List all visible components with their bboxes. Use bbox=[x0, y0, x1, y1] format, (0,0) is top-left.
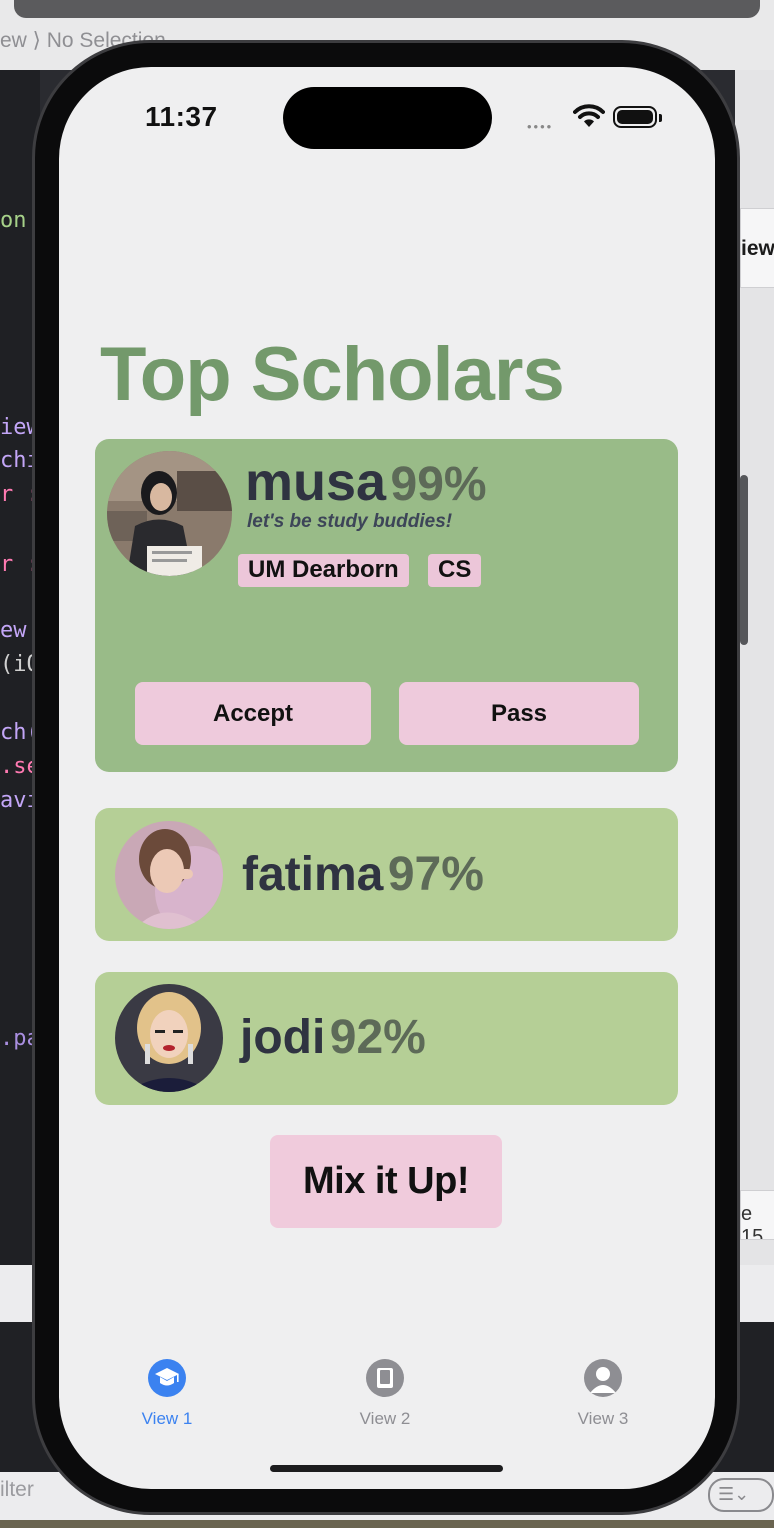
battery-icon bbox=[613, 106, 657, 128]
page-title: Top Scholars bbox=[100, 332, 565, 417]
code-fragment: ew bbox=[0, 618, 27, 643]
scholar-name: fatima bbox=[242, 848, 384, 901]
tab-view-2[interactable]: View 2 bbox=[325, 1359, 445, 1429]
xcode-scrollbar[interactable] bbox=[740, 475, 748, 645]
code-fragment: on bbox=[0, 208, 27, 233]
avatar[interactable] bbox=[107, 451, 232, 576]
tab-label: View 3 bbox=[577, 1409, 629, 1428]
xcode-canvas-label: iew bbox=[740, 208, 774, 288]
match-percent: 92% bbox=[329, 1011, 426, 1064]
mix-it-up-button[interactable]: Mix it Up! bbox=[270, 1135, 502, 1228]
xcode-tab-strip bbox=[14, 0, 760, 18]
xcode-line-indicator: e 15 bbox=[740, 1190, 774, 1240]
status-time: 11:37 bbox=[145, 101, 218, 132]
avatar bbox=[115, 984, 223, 1092]
wifi-icon bbox=[573, 103, 605, 134]
major-tag: CS bbox=[428, 554, 482, 587]
scholar-name-line: fatima 97% bbox=[242, 847, 484, 902]
xcode-status-bar bbox=[0, 1520, 774, 1528]
home-indicator[interactable] bbox=[270, 1465, 503, 1472]
tab-label: View 1 bbox=[141, 1409, 193, 1428]
graduation-cap-icon bbox=[148, 1359, 186, 1397]
status-icons: •••• bbox=[527, 103, 667, 134]
scholar-name: jodi bbox=[240, 1011, 326, 1064]
line-indicator-text: e 15 bbox=[741, 1203, 764, 1240]
match-percent: 97% bbox=[387, 848, 484, 901]
match-percent: 99% bbox=[390, 458, 487, 511]
person-icon bbox=[584, 1359, 622, 1397]
dynamic-island bbox=[283, 87, 492, 149]
scholar-name-line: jodi 92% bbox=[240, 1010, 426, 1065]
battery-nub bbox=[659, 114, 662, 122]
featured-scholar-card: musa 99% let's be study buddies! UM Dear… bbox=[95, 439, 678, 772]
tab-view-3[interactable]: View 3 bbox=[543, 1359, 663, 1429]
scholar-name: musa bbox=[245, 452, 387, 512]
avatar bbox=[115, 821, 223, 929]
scholar-tagline: let's be study buddies! bbox=[247, 511, 453, 532]
cellular-signal-icon: •••• bbox=[527, 119, 554, 134]
tab-label: View 2 bbox=[359, 1409, 411, 1428]
tab-view-1[interactable]: View 1 bbox=[107, 1359, 227, 1429]
canvas-label-text: iew bbox=[741, 237, 774, 260]
phone-screen: 11:37 •••• Top Scholars musa 99% let's b… bbox=[59, 67, 715, 1489]
featured-name-line: musa 99% bbox=[245, 451, 487, 513]
scholar-row[interactable]: fatima 97% bbox=[95, 808, 678, 941]
book-icon bbox=[366, 1359, 404, 1397]
xcode-filter-options-button[interactable]: ☰⌄ bbox=[708, 1478, 774, 1512]
scholar-row[interactable]: jodi 92% bbox=[95, 972, 678, 1105]
xcode-filter-field[interactable]: ilter bbox=[0, 1478, 34, 1502]
pass-button[interactable]: Pass bbox=[399, 682, 639, 745]
accept-button[interactable]: Accept bbox=[135, 682, 371, 745]
school-tag: UM Dearborn bbox=[238, 554, 409, 587]
